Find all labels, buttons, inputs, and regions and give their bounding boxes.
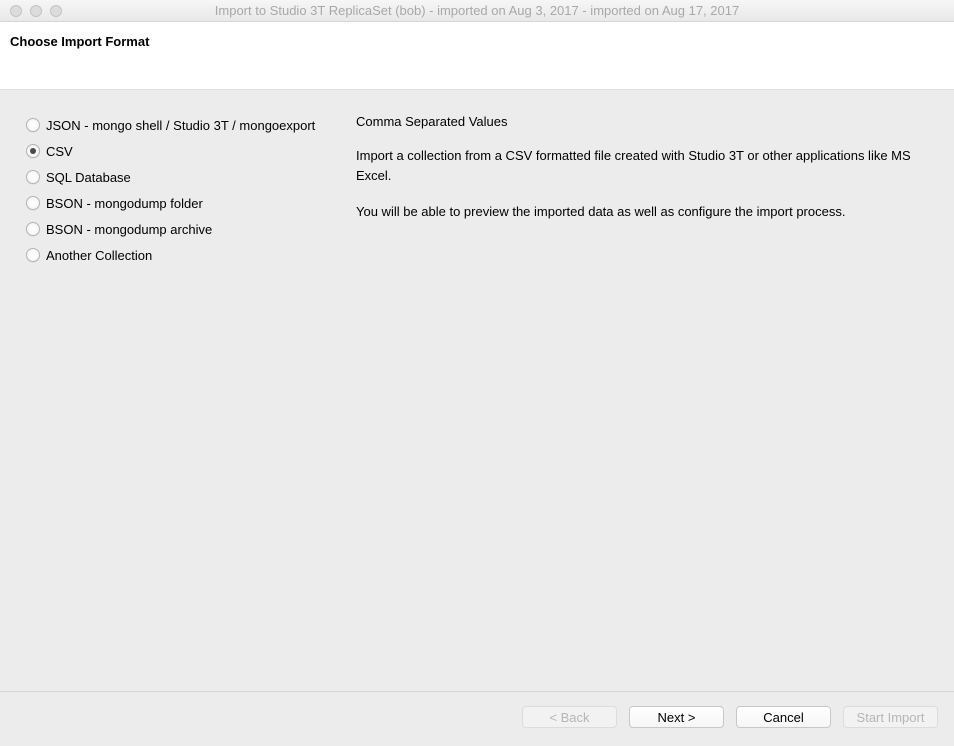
footer: < Back Next > Cancel Start Import — [0, 691, 954, 746]
description-panel: Comma Separated Values Import a collecti… — [356, 112, 928, 268]
window-title: Import to Studio 3T ReplicaSet (bob) - i… — [0, 3, 954, 18]
radio-label: BSON - mongodump folder — [46, 196, 203, 211]
radio-label: JSON - mongo shell / Studio 3T / mongoex… — [46, 118, 315, 133]
radio-icon — [26, 222, 40, 236]
page-title: Choose Import Format — [10, 34, 944, 49]
titlebar: Import to Studio 3T ReplicaSet (bob) - i… — [0, 0, 954, 22]
import-format-radio[interactable]: CSV — [26, 138, 356, 164]
next-button[interactable]: Next > — [629, 706, 724, 728]
minimize-window-icon[interactable] — [30, 5, 42, 17]
radio-label: Another Collection — [46, 248, 152, 263]
zoom-window-icon[interactable] — [50, 5, 62, 17]
radio-label: BSON - mongodump archive — [46, 222, 212, 237]
import-format-radio[interactable]: BSON - mongodump archive — [26, 216, 356, 242]
traffic-lights — [0, 5, 62, 17]
header: Choose Import Format — [0, 22, 954, 90]
radio-icon — [26, 118, 40, 132]
import-format-radio[interactable]: Another Collection — [26, 242, 356, 268]
import-format-radio[interactable]: JSON - mongo shell / Studio 3T / mongoex… — [26, 112, 356, 138]
cancel-button[interactable]: Cancel — [736, 706, 831, 728]
start-import-button: Start Import — [843, 706, 938, 728]
description-p2: You will be able to preview the imported… — [356, 202, 928, 222]
radio-icon — [26, 196, 40, 210]
radio-icon — [26, 248, 40, 262]
import-format-options: JSON - mongo shell / Studio 3T / mongoex… — [26, 112, 356, 268]
close-window-icon[interactable] — [10, 5, 22, 17]
radio-icon — [26, 144, 40, 158]
import-format-radio[interactable]: BSON - mongodump folder — [26, 190, 356, 216]
content: JSON - mongo shell / Studio 3T / mongoex… — [0, 90, 954, 290]
radio-label: CSV — [46, 144, 73, 159]
radio-label: SQL Database — [46, 170, 131, 185]
description-p1: Import a collection from a CSV formatted… — [356, 146, 928, 186]
description-title: Comma Separated Values — [356, 112, 928, 132]
back-button: < Back — [522, 706, 617, 728]
import-format-radio[interactable]: SQL Database — [26, 164, 356, 190]
radio-icon — [26, 170, 40, 184]
